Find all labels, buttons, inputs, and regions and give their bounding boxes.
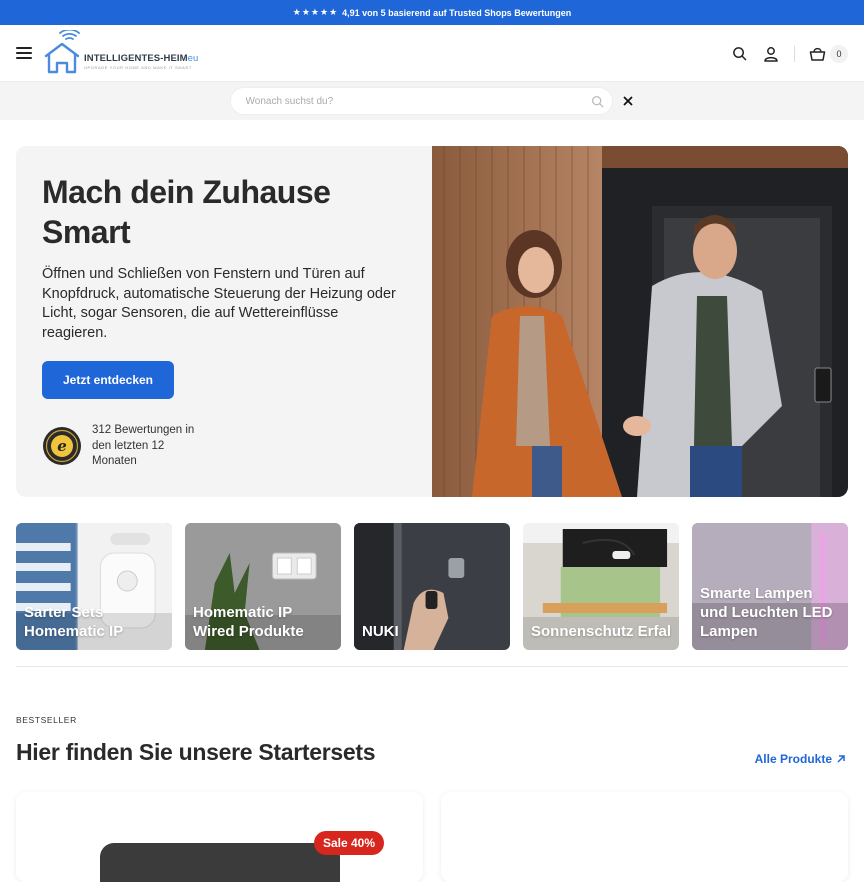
hero-title: Mach dein Zuhause Smart <box>42 174 331 250</box>
arrow-up-right-icon <box>837 755 845 763</box>
search-submit-icon[interactable] <box>591 95 604 108</box>
logo-wordmark: INTELLIGENTES-HEIMeu <box>84 53 199 64</box>
header-actions: 0 <box>730 25 848 82</box>
category-label: Sarter Sets Homematic IP <box>24 604 124 640</box>
search-bar <box>0 82 864 120</box>
product-card[interactable] <box>441 792 848 882</box>
logo-house-icon <box>44 30 80 74</box>
announcement-text[interactable]: 4,91 von 5 basierend auf Trusted Shops B… <box>342 8 571 18</box>
search-icon[interactable] <box>730 45 748 63</box>
product-card[interactable]: Sale 40% <box>16 792 423 882</box>
hero-image <box>432 146 848 497</box>
category-label: NUKI <box>362 623 399 640</box>
category-grid: Sarter Sets Homematic IP Homematic IP Wi… <box>16 523 848 650</box>
rating-stars: ★★★★★ <box>292 7 339 17</box>
section-title: Hier finden Sie unsere Startersets <box>16 739 376 765</box>
hero-description: Öffnen und Schließen von Fenstern und Tü… <box>42 266 396 341</box>
trusted-shops-text: 312 Bewertungen in den letzten 12 Monate… <box>92 424 195 467</box>
account-icon[interactable] <box>762 45 780 63</box>
all-products-link[interactable]: Alle Produkte <box>755 752 846 766</box>
logo-tagline: UPGRADE YOUR HOME AND MAKE IT SMART <box>84 65 192 70</box>
category-tile[interactable]: Homematic IP Wired Produkte <box>185 523 341 650</box>
category-label: Smarte Lampen und Leuchten LED Lampen <box>700 585 833 640</box>
product-image <box>100 843 340 882</box>
category-tile[interactable]: Sarter Sets Homematic IP <box>16 523 172 650</box>
site-header: INTELLIGENTES-HEIMeu UPGRADE YOUR HOME A… <box>0 25 864 82</box>
cart-icon <box>809 47 826 61</box>
announcement-bar: ★★★★★ 4,91 von 5 basierend auf Trusted S… <box>0 0 864 25</box>
header-divider <box>794 45 795 62</box>
cart-button[interactable]: 0 <box>809 44 848 63</box>
hero-banner: Mach dein Zuhause Smart Öffnen und Schli… <box>16 146 848 497</box>
search-input[interactable] <box>245 95 591 107</box>
category-label: Sonnenschutz Erfal <box>531 623 672 640</box>
category-tile[interactable]: NUKI <box>354 523 510 650</box>
category-tile[interactable]: Smarte Lampen und Leuchten LED Lampen <box>692 523 848 650</box>
cart-count-badge: 0 <box>830 44 848 63</box>
category-tile[interactable]: Sonnenschutz Erfal <box>523 523 679 650</box>
site-logo[interactable]: INTELLIGENTES-HEIMeu UPGRADE YOUR HOME A… <box>42 30 198 76</box>
sale-badge: Sale 40% <box>313 831 384 855</box>
trusted-shops-badge-icon: e <box>43 427 81 466</box>
category-label: Homematic IP Wired Produkte <box>193 604 304 640</box>
all-products-label: Alle Produkte <box>754 752 832 766</box>
menu-icon[interactable] <box>16 47 32 59</box>
trusted-shops-widget[interactable]: e 312 Bewertungen in den letzten 12 Mona… <box>42 423 212 470</box>
section-eyebrow: BESTSELLER <box>16 715 77 725</box>
svg-text:e: e <box>57 437 67 455</box>
section-divider <box>16 666 848 667</box>
search-field <box>229 87 613 115</box>
hero-cta-button[interactable]: Jetzt entdecken <box>42 361 174 399</box>
close-search-icon[interactable] <box>621 94 635 108</box>
